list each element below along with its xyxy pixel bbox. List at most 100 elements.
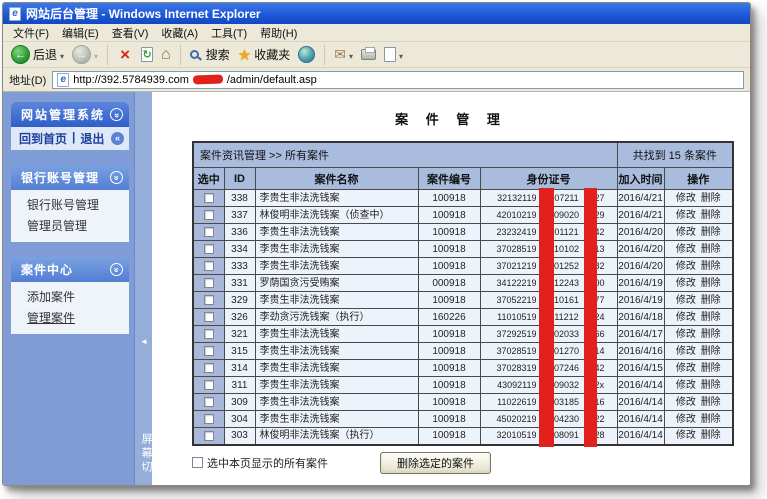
delete-link[interactable]: 删除 xyxy=(700,363,722,374)
modify-link[interactable]: 修改 xyxy=(675,380,697,391)
case-name: 李贵生非法洗钱案 xyxy=(255,258,418,275)
join-date: 2016/4/21 xyxy=(617,207,664,224)
menu-item-edit[interactable]: 编辑(E) xyxy=(58,24,108,42)
delete-link[interactable]: 删除 xyxy=(700,227,722,238)
collapse-icon[interactable] xyxy=(110,263,123,276)
sidebar-item-bank-accounts[interactable]: 银行账号管理 xyxy=(11,194,129,215)
modify-link[interactable]: 修改 xyxy=(675,278,697,289)
home-button[interactable] xyxy=(159,45,173,65)
row-checkbox[interactable] xyxy=(204,210,214,220)
case-id: 336 xyxy=(224,224,255,241)
delete-link[interactable]: 删除 xyxy=(700,278,722,289)
modify-link[interactable]: 修改 xyxy=(675,295,697,306)
delete-link[interactable]: 删除 xyxy=(700,414,722,425)
modify-link[interactable]: 修改 xyxy=(675,329,697,340)
case-number: 100918 xyxy=(418,360,480,377)
row-checkbox[interactable] xyxy=(204,312,214,322)
row-checkbox[interactable] xyxy=(204,244,214,254)
collapse-left-icon[interactable] xyxy=(111,132,124,145)
delete-link[interactable]: 删除 xyxy=(700,244,722,255)
chevron-down-icon[interactable] xyxy=(60,48,64,62)
delete-link[interactable]: 删除 xyxy=(700,295,722,306)
modify-link[interactable]: 修改 xyxy=(675,363,697,374)
modify-link[interactable]: 修改 xyxy=(675,346,697,357)
table-row: 334 李贵生非法洗钱案 100918 370285191010213 2016… xyxy=(193,241,733,258)
sidebar-section-bank[interactable]: 银行账号管理 xyxy=(11,165,129,190)
search-button[interactable]: 搜索 xyxy=(188,45,232,64)
browser-window: 网站后台管理 - Windows Internet Explorer 文件(F)… xyxy=(2,2,751,486)
address-input[interactable]: http://392.5784939.com/admin/default.asp xyxy=(52,71,744,89)
case-name: 李贵生非法洗钱案 xyxy=(255,360,418,377)
forward-button[interactable] xyxy=(70,44,100,65)
row-checkbox[interactable] xyxy=(204,295,214,305)
collapse-icon[interactable] xyxy=(110,171,123,184)
row-checkbox[interactable] xyxy=(204,329,214,339)
section-title: 案件中心 xyxy=(21,261,73,278)
case-name: 李贵生非法洗钱案 xyxy=(255,394,418,411)
row-checkbox[interactable] xyxy=(204,380,214,390)
refresh-button[interactable] xyxy=(139,46,155,63)
sidebar-item-admin-management[interactable]: 管理员管理 xyxy=(11,215,129,236)
case-name: 李贵生非法洗钱案 xyxy=(255,411,418,428)
back-label: 后退 xyxy=(33,46,57,63)
modify-link[interactable]: 修改 xyxy=(675,193,697,204)
logout-link[interactable]: 退出 xyxy=(80,130,104,147)
row-checkbox[interactable] xyxy=(204,363,214,373)
case-number: 160226 xyxy=(418,309,480,326)
delete-link[interactable]: 删除 xyxy=(700,397,722,408)
collapse-icon[interactable] xyxy=(110,108,123,121)
row-checkbox[interactable] xyxy=(204,261,214,271)
row-checkbox[interactable] xyxy=(204,346,214,356)
menu-item-tools[interactable]: 工具(T) xyxy=(207,24,256,42)
delete-link[interactable]: 删除 xyxy=(700,380,722,391)
back-button[interactable]: 后退 xyxy=(9,44,66,65)
modify-link[interactable]: 修改 xyxy=(675,312,697,323)
modify-link[interactable]: 修改 xyxy=(675,244,697,255)
modify-link[interactable]: 修改 xyxy=(675,261,697,272)
collapse-left-arrow-icon[interactable] xyxy=(140,337,148,346)
menu-item-help[interactable]: 帮助(H) xyxy=(256,24,306,42)
chevron-down-icon[interactable] xyxy=(399,48,403,62)
row-checkbox[interactable] xyxy=(204,414,214,424)
modify-link[interactable]: 修改 xyxy=(675,227,697,238)
row-checkbox[interactable] xyxy=(204,193,214,203)
edit-page-button[interactable] xyxy=(382,46,405,63)
print-button[interactable] xyxy=(359,48,378,61)
row-checkbox[interactable] xyxy=(204,431,214,441)
case-id: 314 xyxy=(224,360,255,377)
delete-link[interactable]: 删除 xyxy=(700,329,722,340)
delete-link[interactable]: 删除 xyxy=(700,346,722,357)
stop-button[interactable] xyxy=(115,46,135,64)
delete-link[interactable]: 删除 xyxy=(700,430,722,441)
title-bar: 网站后台管理 - Windows Internet Explorer xyxy=(3,3,750,24)
sidebar-item-add-case[interactable]: 添加案件 xyxy=(11,286,129,307)
select-all-checkbox[interactable] xyxy=(192,457,203,468)
history-button[interactable] xyxy=(296,45,317,64)
delete-selected-button[interactable]: 删除选定的案件 xyxy=(380,452,491,474)
delete-link[interactable]: 删除 xyxy=(700,210,722,221)
chevron-down-icon[interactable] xyxy=(349,48,353,62)
case-name: 林俊明非法洗钱案（侦查中） xyxy=(255,207,418,224)
modify-link[interactable]: 修改 xyxy=(675,414,697,425)
delete-link[interactable]: 删除 xyxy=(700,312,722,323)
menu-item-file[interactable]: 文件(F) xyxy=(9,24,58,42)
table-row: 311 李贵生非法洗钱案 100918 43092119090322x 2016… xyxy=(193,377,733,394)
delete-link[interactable]: 删除 xyxy=(700,193,722,204)
row-checkbox[interactable] xyxy=(204,227,214,237)
row-checkbox[interactable] xyxy=(204,278,214,288)
sidebar-system-header[interactable]: 网站管理系统 xyxy=(11,102,129,127)
sidebar-collapse-handle[interactable]: 屏幕切 xyxy=(134,92,152,485)
sidebar-section-case-center[interactable]: 案件中心 xyxy=(11,257,129,282)
modify-link[interactable]: 修改 xyxy=(675,397,697,408)
delete-link[interactable]: 删除 xyxy=(700,261,722,272)
sidebar-item-manage-cases[interactable]: 管理案件 xyxy=(11,307,129,328)
forward-icon xyxy=(72,45,91,64)
mail-button[interactable] xyxy=(332,45,355,64)
favorites-button[interactable]: 收藏夹 xyxy=(236,45,292,65)
modify-link[interactable]: 修改 xyxy=(675,210,697,221)
menu-item-favorites[interactable]: 收藏(A) xyxy=(157,24,207,42)
row-checkbox[interactable] xyxy=(204,397,214,407)
menu-item-view[interactable]: 查看(V) xyxy=(108,24,158,42)
modify-link[interactable]: 修改 xyxy=(675,430,697,441)
home-link[interactable]: 回到首页 xyxy=(19,130,67,147)
